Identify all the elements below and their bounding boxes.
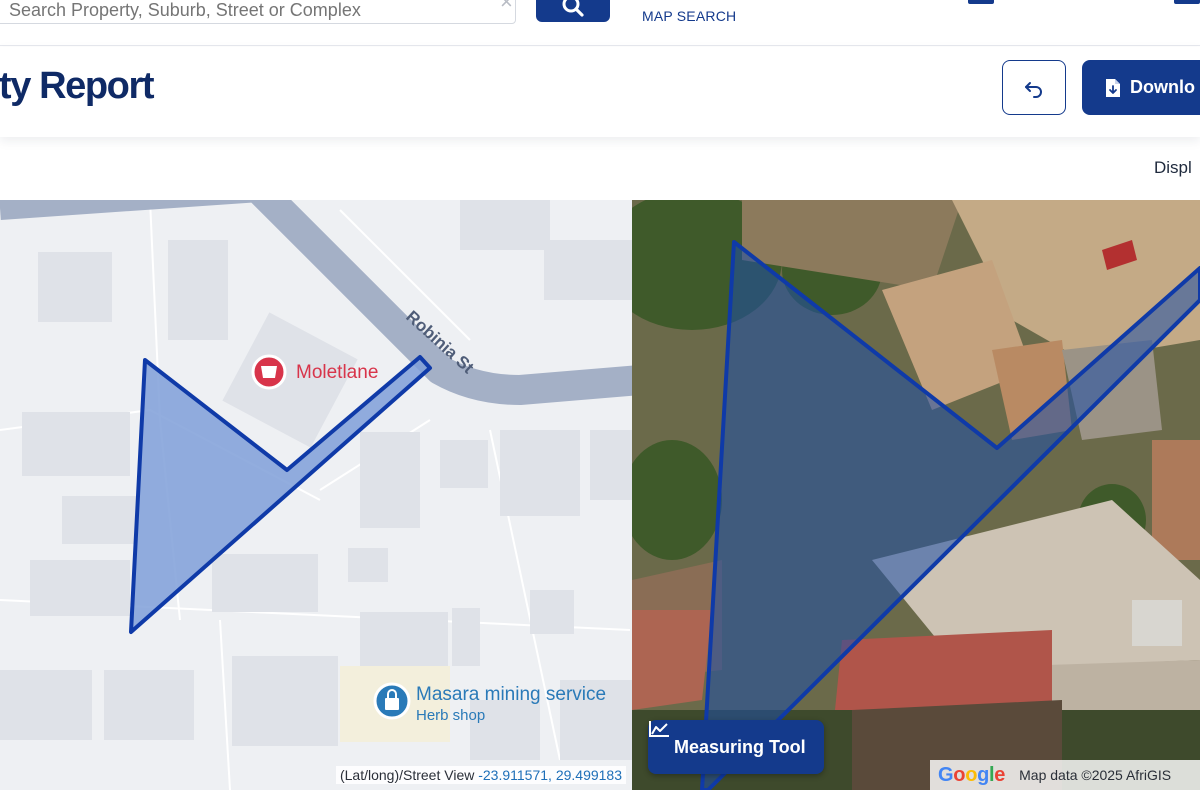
shopping-bag-pin-icon[interactable] [373, 682, 411, 720]
coordinates-readout: (Lat/long)/Street View -23.911571, 29.49… [335, 766, 626, 784]
satellite-map[interactable]: Measuring Tool Google Map data ©2025 Afr… [632, 200, 1200, 790]
search-input[interactable] [0, 0, 516, 24]
nav-icon[interactable] [1174, 0, 1200, 4]
search-button[interactable] [536, 0, 610, 22]
poi-label[interactable]: Masara mining service [416, 684, 606, 706]
coords-value[interactable]: -23.911571, 29.499183 [478, 767, 622, 783]
close-icon[interactable]: × [500, 0, 513, 13]
report-header: perty Report Downlo [0, 47, 1200, 137]
poi-label[interactable]: Moletlane [296, 362, 378, 384]
file-download-icon [1104, 78, 1122, 98]
store-pin-icon[interactable] [251, 354, 287, 390]
street-map[interactable]: Robinia St Moletlane Masara mining servi… [0, 200, 632, 790]
page-title: perty Report [0, 65, 155, 107]
page-bottom-strip [0, 790, 1200, 800]
nav-icon[interactable] [968, 0, 994, 4]
measuring-tool-label: Measuring Tool [674, 736, 806, 757]
top-navigation: × MAP SEARCH [0, 0, 1200, 46]
map-data-label[interactable]: Map data ©2025 AfriGIS [1019, 767, 1171, 783]
download-label: Downlo [1130, 77, 1195, 97]
app-root: × MAP SEARCH perty Report [0, 0, 1200, 800]
poi-category-label: Herb shop [416, 707, 486, 724]
display-toggle-label[interactable]: Displ [1154, 158, 1192, 178]
map-search-link[interactable]: MAP SEARCH [642, 8, 736, 24]
back-button[interactable] [1002, 60, 1066, 115]
download-button[interactable]: Downlo [1082, 60, 1200, 115]
coords-label: (Lat/long)/Street View [339, 767, 475, 783]
undo-arrow-icon [1025, 81, 1042, 98]
satellite-map-canvas [632, 200, 1200, 790]
measuring-tool-button[interactable]: Measuring Tool [648, 720, 824, 774]
google-logo[interactable]: Google [938, 764, 1005, 787]
map-attribution: Google Map data ©2025 AfriGIS [930, 760, 1200, 790]
search-icon [562, 0, 584, 17]
